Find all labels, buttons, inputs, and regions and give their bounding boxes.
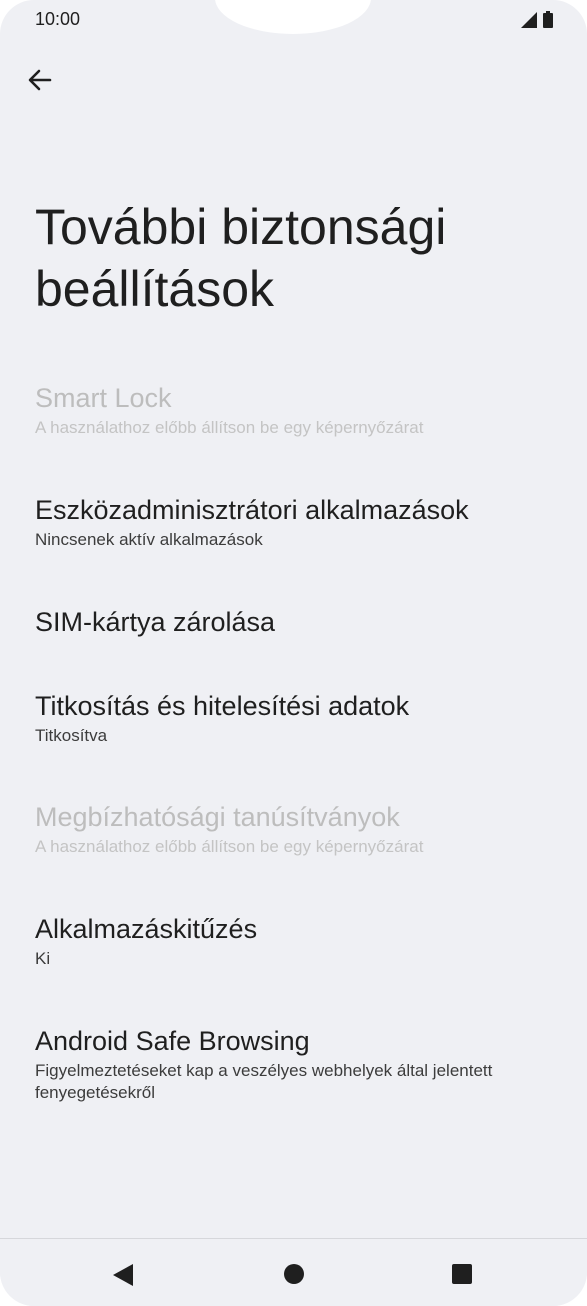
setting-subtitle: Ki xyxy=(35,949,51,968)
setting-title: Titkosítás és hitelesítési adatok xyxy=(35,691,410,721)
setting-encryption-credentials[interactable]: Titkosítás és hitelesítési adatok Titkos… xyxy=(35,690,555,747)
setting-subtitle: A használathoz előbb állítson be egy kép… xyxy=(35,837,424,856)
setting-title: Smart Lock xyxy=(35,383,172,413)
back-button[interactable] xyxy=(26,66,54,94)
camera-notch xyxy=(215,0,371,34)
setting-subtitle: Nincsenek aktív alkalmazások xyxy=(35,530,263,549)
triangle-back-icon xyxy=(113,1264,133,1286)
nav-recents-button[interactable] xyxy=(451,1263,473,1290)
setting-safe-browsing[interactable]: Android Safe Browsing Figyelmeztetéseket… xyxy=(35,1025,555,1104)
setting-trust-agents[interactable]: Megbízhatósági tanúsítványok A használat… xyxy=(35,801,555,858)
navigation-bar xyxy=(0,1238,587,1306)
setting-title: SIM-kártya zárolása xyxy=(35,607,276,637)
setting-subtitle: Titkosítva xyxy=(35,726,108,745)
setting-device-admin-apps[interactable]: Eszközadminisztrátori alkalmazások Nincs… xyxy=(35,494,555,551)
setting-sim-lock[interactable]: SIM-kártya zárolása xyxy=(35,606,555,638)
page-title: További biztonsági beállítások xyxy=(35,199,447,317)
setting-title: Eszközadminisztrátori alkalmazások xyxy=(35,495,469,525)
setting-subtitle: Figyelmeztetéseket kap a veszélyes webhe… xyxy=(35,1061,493,1102)
phone-screen: 10:00 További biztonsági beállítások Sma… xyxy=(0,0,587,1306)
signal-icon xyxy=(521,11,537,28)
setting-subtitle: A használathoz előbb állítson be egy kép… xyxy=(35,418,424,437)
arrow-back-icon xyxy=(28,69,52,91)
setting-smart-lock[interactable]: Smart Lock A használathoz előbb állítson… xyxy=(35,382,555,439)
circle-home-icon xyxy=(284,1264,304,1284)
battery-icon xyxy=(543,11,553,28)
nav-back-button[interactable] xyxy=(112,1263,134,1292)
setting-title: Alkalmazáskitűzés xyxy=(35,914,258,944)
status-icons xyxy=(521,11,553,28)
setting-title: Android Safe Browsing xyxy=(35,1026,310,1056)
square-recents-icon xyxy=(452,1264,472,1284)
setting-app-pinning[interactable]: Alkalmazáskitűzés Ki xyxy=(35,913,555,970)
status-time: 10:00 xyxy=(35,9,81,29)
setting-title: Megbízhatósági tanúsítványok xyxy=(35,802,400,832)
nav-home-button[interactable] xyxy=(283,1263,305,1290)
